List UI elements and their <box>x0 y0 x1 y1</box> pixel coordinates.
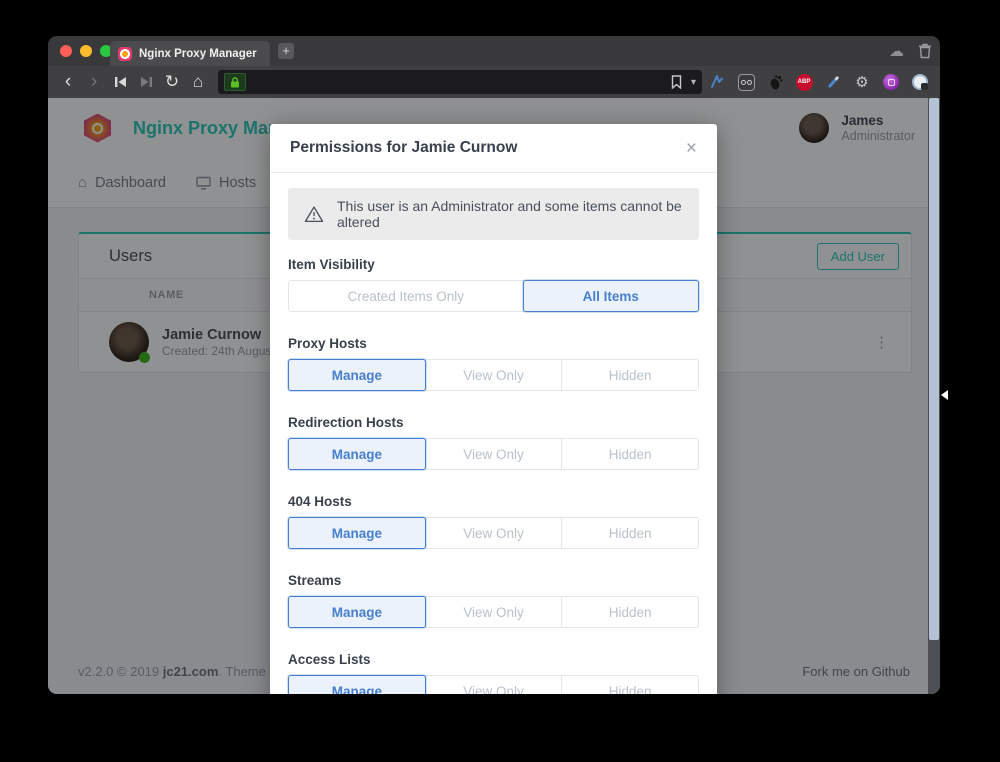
browser-window: Nginx Proxy Manager + ☁ ‹ › ↻ ⌂ <box>48 36 940 694</box>
option-view-only[interactable]: View Only <box>425 359 563 391</box>
option-manage[interactable]: Manage <box>288 675 426 694</box>
section-label: Access Lists <box>288 652 699 667</box>
option-hidden[interactable]: Hidden <box>561 359 699 391</box>
sync-cloud-icon[interactable]: ☁ <box>889 42 904 60</box>
option-view-only[interactable]: View Only <box>425 517 563 549</box>
404-hosts-section: 404 Hosts Manage View Only Hidden <box>288 494 699 549</box>
forward-button[interactable]: › <box>82 70 106 94</box>
bookmark-caret-icon[interactable]: ▾ <box>691 77 696 88</box>
fast-forward-button[interactable] <box>134 70 158 94</box>
stylus-pen-extension-icon[interactable] <box>824 73 842 91</box>
minimize-window-button[interactable] <box>80 45 92 57</box>
permissions-modal: Permissions for Jamie Curnow × This user… <box>270 124 717 694</box>
scrollbar-thumb[interactable] <box>929 98 939 640</box>
back-button[interactable]: ‹ <box>56 70 80 94</box>
extensions-row: ABP ⚙ <box>708 66 929 98</box>
option-manage[interactable]: Manage <box>288 517 426 549</box>
close-icon[interactable]: × <box>686 139 697 158</box>
rewind-button[interactable] <box>108 70 132 94</box>
browser-tab-strip: Nginx Proxy Manager + ☁ <box>48 36 940 66</box>
history-sync-extension-icon[interactable] <box>911 73 929 91</box>
option-view-only[interactable]: View Only <box>425 596 563 628</box>
bookmark-icon[interactable] <box>671 75 682 89</box>
browser-toolbar: ‹ › ↻ ⌂ ▾ <box>48 66 940 98</box>
redirection-hosts-section: Redirection Hosts Manage View Only Hidde… <box>288 415 699 470</box>
option-hidden[interactable]: Hidden <box>561 596 699 628</box>
home-button[interactable]: ⌂ <box>186 70 210 94</box>
option-created-items-only[interactable]: Created Items Only <box>288 280 524 312</box>
kodi-extension-icon[interactable] <box>708 73 726 91</box>
gnome-extension-icon[interactable] <box>766 73 784 91</box>
reload-button[interactable]: ↻ <box>160 70 184 94</box>
https-lock-badge[interactable] <box>224 73 246 91</box>
section-label: Streams <box>288 573 699 588</box>
browser-tab[interactable]: Nginx Proxy Manager <box>110 41 270 66</box>
page-scrollbar[interactable] <box>928 98 940 694</box>
option-view-only[interactable]: View Only <box>425 438 563 470</box>
tampermonkey-extension-icon[interactable] <box>737 73 755 91</box>
trash-closed-tabs-icon[interactable] <box>918 43 932 59</box>
item-visibility-section: Item Visibility Created Items Only All I… <box>288 257 699 312</box>
close-window-button[interactable] <box>60 45 72 57</box>
window-controls <box>60 45 112 57</box>
npm-favicon-icon <box>118 47 132 61</box>
admin-warning-alert: This user is an Administrator and some i… <box>288 188 699 240</box>
privacy-badger-extension-icon[interactable] <box>882 73 900 91</box>
section-label: 404 Hosts <box>288 494 699 509</box>
new-tab-button[interactable]: + <box>278 43 294 59</box>
section-label: Redirection Hosts <box>288 415 699 430</box>
streams-section: Streams Manage View Only Hidden <box>288 573 699 628</box>
section-label: Proxy Hosts <box>288 336 699 351</box>
tabbar-right-tools: ☁ <box>889 36 932 66</box>
option-manage[interactable]: Manage <box>288 438 426 470</box>
option-view-only[interactable]: View Only <box>425 675 563 694</box>
adblock-plus-extension-icon[interactable]: ABP <box>795 73 813 91</box>
option-manage[interactable]: Manage <box>288 596 426 628</box>
panel-toggle-arrow-icon[interactable] <box>941 390 948 400</box>
desktop-background: Nginx Proxy Manager + ☁ ‹ › ↻ ⌂ <box>0 0 1000 762</box>
access-lists-section: Access Lists Manage View Only Hidden <box>288 652 699 694</box>
page-viewport: Nginx Proxy Manager James Administrator … <box>48 98 940 694</box>
settings-gear-extension-icon[interactable]: ⚙ <box>853 73 871 91</box>
tab-title: Nginx Proxy Manager <box>139 48 257 60</box>
option-all-items[interactable]: All Items <box>523 280 699 312</box>
warning-triangle-icon <box>304 205 324 223</box>
modal-title: Permissions for Jamie Curnow <box>290 139 517 157</box>
proxy-hosts-section: Proxy Hosts Manage View Only Hidden <box>288 336 699 391</box>
alert-text: This user is an Administrator and some i… <box>337 198 683 230</box>
section-label: Item Visibility <box>288 257 699 272</box>
option-manage[interactable]: Manage <box>288 359 426 391</box>
option-hidden[interactable]: Hidden <box>561 675 699 694</box>
option-hidden[interactable]: Hidden <box>561 438 699 470</box>
address-bar[interactable]: ▾ <box>218 70 702 94</box>
option-hidden[interactable]: Hidden <box>561 517 699 549</box>
